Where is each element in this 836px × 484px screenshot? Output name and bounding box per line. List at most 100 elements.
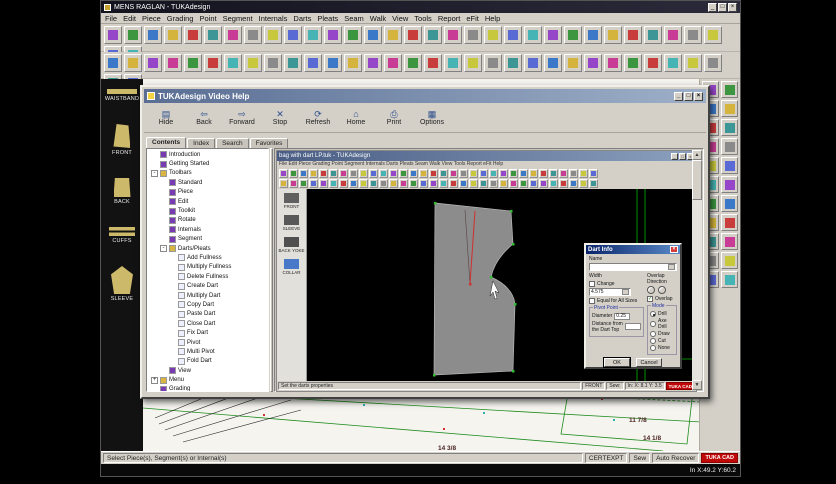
toolbar-icon[interactable] [304,54,322,72]
help-tree-item[interactable]: Piece [147,188,268,197]
equal-all-sizes-checkbox[interactable]: Equal for All Sizes [589,298,644,304]
help-tree-item[interactable]: Copy Dart [147,300,268,309]
diameter-input[interactable]: 0.25 [614,313,630,320]
toolbar-icon[interactable] [329,179,338,188]
toolbar-icon[interactable] [439,179,448,188]
help-tree-item[interactable]: Internals [147,225,268,234]
toolbar-icon[interactable] [544,54,562,72]
help-tree-item[interactable]: Paste Dart [147,310,268,319]
toolbar-icon[interactable] [449,169,458,178]
menu-item[interactable]: View [392,14,408,23]
toolbar-icon[interactable] [444,54,462,72]
pattern-piece-item[interactable]: CUFFS [109,227,135,244]
window-control-icon[interactable]: _ [674,92,683,101]
help-tree-item[interactable]: Close Dart [147,319,268,328]
distance-input[interactable] [625,323,641,330]
overlap-checkbox[interactable]: ✓ Overlap [647,296,677,302]
toolbar-icon[interactable] [304,26,322,44]
toolbar-icon[interactable] [204,26,222,44]
help-tree-item[interactable]: + Menu [147,375,268,384]
toolbar-icon[interactable] [329,169,338,178]
toolbar-icon[interactable] [464,26,482,44]
help-tree-item[interactable]: Delete Fullness [147,272,268,281]
toolbar-icon[interactable] [721,214,738,231]
close-icon[interactable]: × [670,246,678,253]
toolbar-icon[interactable] [379,179,388,188]
help-toolbar-button[interactable]: ✕ Stop [262,104,298,131]
toolbar-icon[interactable] [469,169,478,178]
radio-icon[interactable] [650,311,656,317]
pattern-piece-item[interactable]: FRONT [112,124,132,156]
help-tree-item[interactable]: Pivot [147,338,268,347]
rotate-left-icon[interactable] [647,286,655,294]
toolbar-icon[interactable] [721,233,738,250]
help-toolbar-button[interactable]: ⎙ Print [376,104,412,131]
help-content-scrollbar[interactable]: ▲ ▼ [692,150,702,390]
toolbar-icon[interactable] [721,157,738,174]
demo-menu-bar[interactable]: File Edit Piece Grading Point Segment In… [277,161,696,169]
help-toolbar-button[interactable]: ▤ Hide [148,104,184,131]
help-tree-item[interactable]: Getting Started [147,159,268,168]
toolbar-icon[interactable] [544,26,562,44]
toolbar-icon[interactable] [479,169,488,178]
toolbar-icon[interactable] [204,54,222,72]
help-tree-item[interactable]: Rotate [147,216,268,225]
toolbar-icon[interactable] [584,26,602,44]
toolbar-icon[interactable] [564,54,582,72]
toolbar-icon[interactable] [344,26,362,44]
toolbar-icon[interactable] [359,169,368,178]
toolbar-icon[interactable] [604,26,622,44]
toolbar-icon[interactable] [319,179,328,188]
window-control-icon[interactable]: □ [718,3,727,12]
toolbar-icon[interactable] [604,54,622,72]
help-tree-item[interactable]: Create Dart [147,281,268,290]
ok-button[interactable]: OK [604,358,630,367]
mode-radio[interactable]: Draw [650,331,674,337]
toolbar-icon[interactable] [344,54,362,72]
toolbar-icon[interactable] [419,179,428,188]
toolbar-icon[interactable] [184,54,202,72]
toolbar-icon[interactable] [569,179,578,188]
width-value-select[interactable]: 4.575 [589,288,631,296]
menu-item[interactable]: Grading [167,14,194,23]
mode-radio[interactable]: Drill [650,311,674,317]
toolbar-icon[interactable] [184,26,202,44]
menu-item[interactable]: Point [199,14,216,23]
toolbar-icon[interactable] [721,81,738,98]
demo-piece-item[interactable]: BACK YOKE [279,237,305,253]
menu-item[interactable]: Walk [370,14,386,23]
toolbar-icon[interactable] [369,169,378,178]
help-tree-item[interactable]: - Toolbars [147,169,268,178]
toolbar-icon[interactable] [289,169,298,178]
toolbar-icon[interactable] [369,179,378,188]
mode-radio[interactable]: Axe Drill [650,318,674,330]
toolbar-icon[interactable] [309,169,318,178]
toolbar-icon[interactable] [504,26,522,44]
radio-icon[interactable] [650,345,656,351]
toolbar-icon[interactable] [449,179,458,188]
help-tree-item[interactable]: Standard [147,178,268,187]
toolbar-icon[interactable] [704,54,722,72]
toolbar-icon[interactable] [721,195,738,212]
toolbar-icon[interactable] [584,54,602,72]
toolbar-icon[interactable] [721,252,738,269]
radio-icon[interactable] [650,321,656,327]
toolbar-icon[interactable] [309,179,318,188]
help-tree-item[interactable]: Introduction [147,150,268,159]
mode-radio[interactable]: None [650,345,674,351]
toolbar-icon[interactable] [539,179,548,188]
toolbar-icon[interactable] [404,26,422,44]
toolbar-icon[interactable] [624,26,642,44]
help-tree-item[interactable]: - Darts/Pleats [147,244,268,253]
toolbar-icon[interactable] [469,179,478,188]
change-checkbox[interactable]: Change [589,281,644,287]
demo-piece-item[interactable]: FRONT [284,193,300,209]
menu-item[interactable]: Report [438,14,461,23]
help-tree-item[interactable]: Fold Dart [147,357,268,366]
toolbar-icon[interactable] [349,169,358,178]
toolbar-icon[interactable] [499,169,508,178]
toolbar-icon[interactable] [299,179,308,188]
toolbar-icon[interactable] [524,54,542,72]
toolbar-icon[interactable] [704,26,722,44]
demo-canvas[interactable]: Dart Info × Name Width [307,189,696,381]
